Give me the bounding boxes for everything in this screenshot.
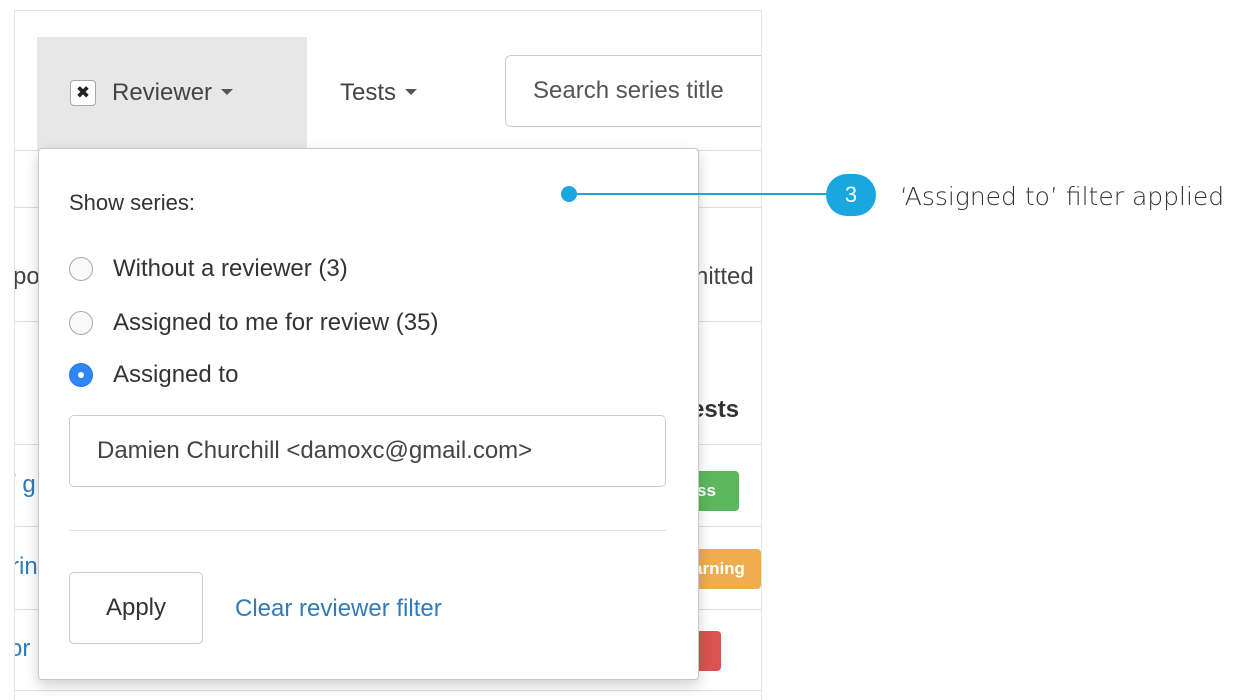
radio-button-checked[interactable] — [69, 363, 93, 387]
series-link-fragment[interactable]: or — [15, 635, 30, 663]
reviewer-filter-tab[interactable]: ✖ Reviewer — [37, 37, 307, 150]
callout-number-badge: 3 — [826, 174, 876, 216]
apply-button[interactable]: Apply — [69, 572, 203, 644]
reviewer-dropdown-toggle[interactable]: Reviewer — [112, 79, 234, 107]
clear-reviewer-filter-link[interactable]: Clear reviewer filter — [235, 595, 442, 623]
status-badge: arning — [691, 549, 761, 589]
callout-caption: ‘Assigned to’ filter applied — [900, 182, 1225, 211]
table-cell-fragment: po — [14, 263, 40, 290]
callout-anchor-dot — [561, 186, 577, 202]
radio-label: Assigned to me for review (35) — [113, 309, 439, 336]
filter-toolbar: ✖ Reviewer Tests Search series title — [15, 37, 761, 151]
radio-button[interactable] — [69, 257, 93, 281]
table-cell-fragment: nitted — [695, 263, 754, 290]
clear-filter-icon[interactable]: ✖ — [70, 80, 96, 106]
tests-label: Tests — [340, 79, 397, 106]
reviewer-filter-dropdown: Show series: Without a reviewer (3) Assi… — [38, 148, 699, 680]
chevron-down-icon — [221, 89, 234, 96]
callout-connector-line — [572, 193, 834, 195]
divider — [69, 530, 666, 531]
reviewer-label: Reviewer — [112, 79, 213, 106]
radio-label: Without a reviewer (3) — [113, 255, 348, 282]
row-divider — [15, 690, 761, 691]
chevron-down-icon — [405, 89, 418, 96]
tests-dropdown-toggle[interactable]: Tests — [340, 79, 418, 107]
dropdown-heading: Show series: — [69, 190, 195, 215]
assignee-field[interactable]: Damien Churchill <damoxc@gmail.com> — [69, 415, 666, 487]
series-link-fragment[interactable]: rin — [15, 553, 38, 581]
search-input[interactable]: Search series title — [505, 55, 761, 127]
radio-label: Assigned to — [113, 361, 239, 388]
series-link-fragment[interactable]: / g — [15, 471, 36, 499]
radio-button[interactable] — [69, 311, 93, 335]
